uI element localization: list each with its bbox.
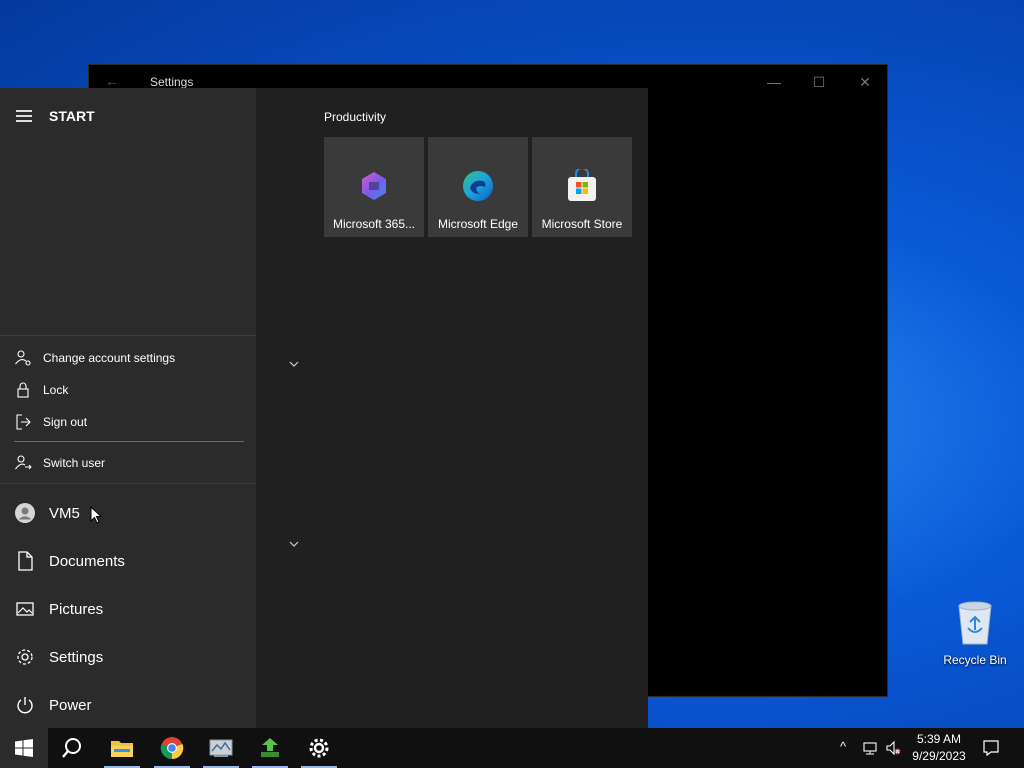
tile-microsoft-365[interactable]: Microsoft 365... [324,137,424,237]
maximize-button[interactable]: ☐ [807,71,831,93]
network-status-icon[interactable] [862,740,878,756]
clock-date: 9/29/2023 [912,749,966,763]
chrome-icon [160,737,184,760]
tile-microsoft-store[interactable]: Microsoft Store [532,137,632,237]
green-app-icon [261,738,279,757]
power-button[interactable]: Power [0,685,256,725]
settings-gear-icon [309,738,329,758]
minimize-button[interactable]: — [762,71,786,93]
hamburger-menu-icon[interactable] [16,110,34,124]
search-button[interactable] [48,728,96,768]
tile-label: Microsoft 365... [332,217,416,231]
person-gear-icon [15,350,31,366]
flyout-divider [14,441,244,442]
user-name-label: VM5 [49,504,80,522]
document-icon [18,551,33,571]
file-explorer-icon [111,741,133,757]
lock-icon [17,382,29,398]
switch-user-icon [15,455,32,470]
documents-button[interactable]: Documents [0,541,256,581]
edge-icon [463,171,493,201]
network-tool-icon [209,739,233,757]
taskbar: ^ 5:39 AM 9/29/2023 [0,728,1024,768]
tray-overflow-chevron-icon[interactable]: ^ [840,739,856,755]
green-app-taskbar-button[interactable] [246,728,294,768]
account-flyout-menu: Change account settings Lock Sign out Sw… [0,335,257,484]
pictures-icon [16,602,34,616]
recycle-bin-icon [958,601,992,645]
change-account-settings-item[interactable]: Change account settings [0,344,256,372]
store-icon [568,169,596,201]
recycle-bin-desktop-icon[interactable]: Recycle Bin [940,600,1010,667]
chevron-down-icon[interactable] [289,540,299,548]
microsoft-365-icon [362,172,386,200]
mouse-cursor-icon [90,506,102,524]
settings-taskbar-button[interactable] [295,728,343,768]
close-button[interactable]: ✕ [853,71,877,93]
documents-label: Documents [49,552,125,570]
notifications-icon[interactable] [982,739,1000,757]
avatar [15,503,35,523]
file-explorer-taskbar-button[interactable] [98,728,146,768]
volume-muted-icon[interactable] [885,740,901,756]
start-button[interactable] [0,728,48,768]
change-account-settings-label: Change account settings [43,351,176,365]
power-label: Power [49,696,92,714]
recycle-bin-label: Recycle Bin [943,653,1007,667]
sign-out-item[interactable]: Sign out [0,408,256,436]
tile-label: Microsoft Store [541,217,623,231]
network-tool-taskbar-button[interactable] [197,728,245,768]
back-arrow-icon[interactable]: ← [105,73,119,89]
switch-user-item[interactable]: Switch user [0,449,256,477]
settings-label: Settings [49,648,104,666]
chevron-down-icon[interactable] [289,360,299,368]
user-account-button[interactable]: VM5 [0,493,256,533]
tile-microsoft-edge[interactable]: Microsoft Edge [428,137,528,237]
settings-button[interactable]: Settings [0,637,256,677]
sign-out-label: Sign out [43,415,88,429]
settings-window-title: Settings [150,75,194,89]
search-icon [62,738,81,758]
windows-start-icon [15,739,33,757]
system-clock[interactable]: 5:39 AM 9/29/2023 [906,731,972,765]
pictures-label: Pictures [49,600,104,618]
pictures-button[interactable]: Pictures [0,589,256,629]
power-icon [17,697,33,714]
switch-user-label: Switch user [43,456,106,470]
chrome-taskbar-button[interactable] [148,728,196,768]
clock-time: 5:39 AM [916,732,962,746]
lock-label: Lock [43,383,69,397]
start-header: START [49,108,95,124]
tile-group-title[interactable]: Productivity [324,110,386,124]
gear-icon [17,649,33,665]
sign-out-icon [16,414,31,430]
tile-label: Microsoft Edge [437,217,519,231]
lock-item[interactable]: Lock [0,376,256,404]
